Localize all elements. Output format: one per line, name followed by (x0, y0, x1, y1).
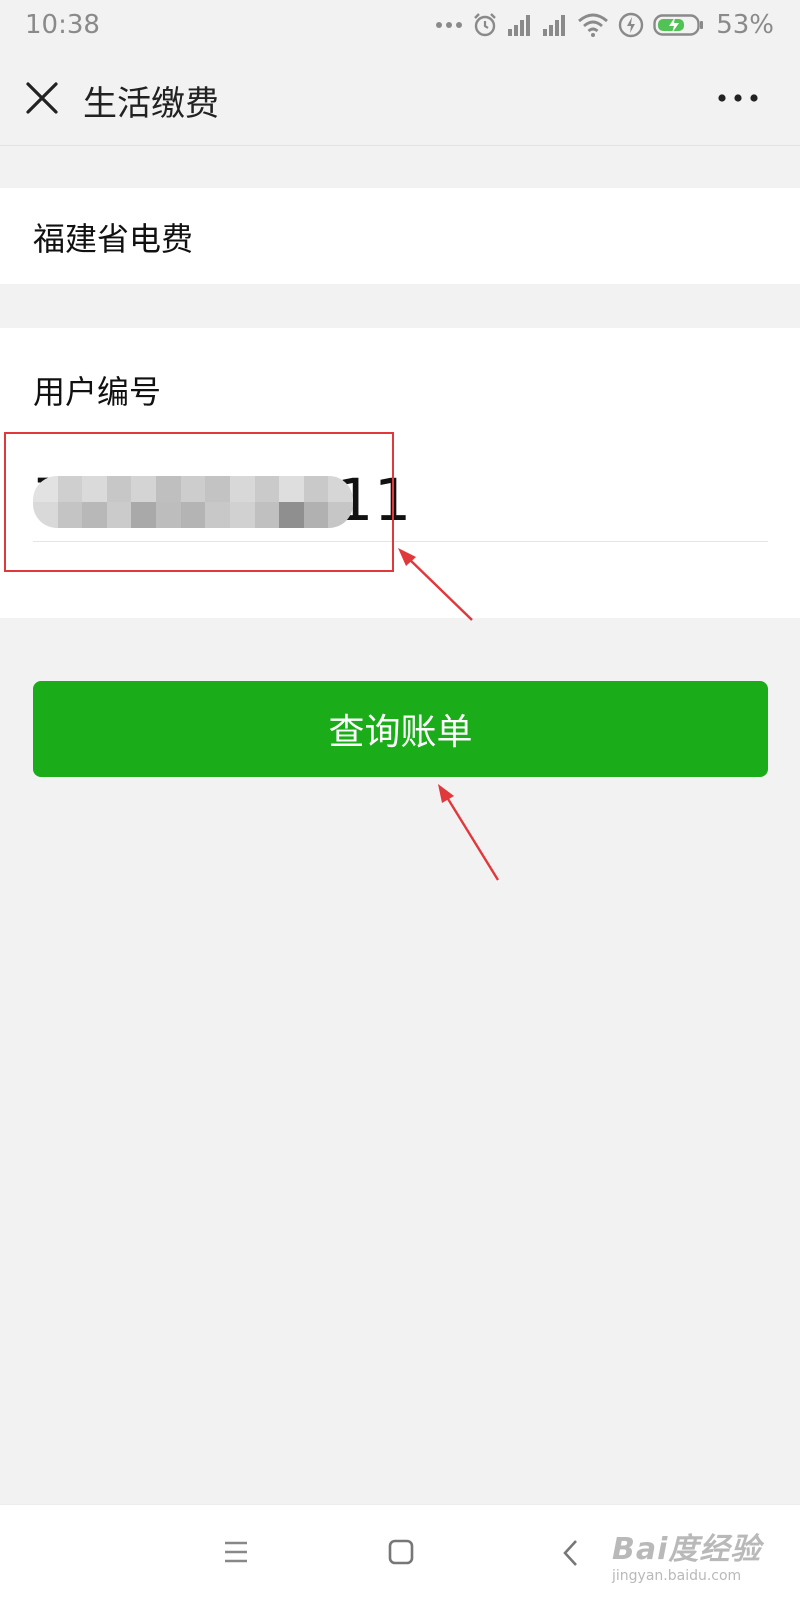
watermark-logo: Bai度经验 (612, 1532, 762, 1567)
page-title: 生活缴费 (83, 84, 219, 124)
close-icon[interactable] (24, 80, 60, 116)
signal-icon (543, 15, 566, 36)
more-icon[interactable] (716, 88, 760, 108)
signal-icon (508, 15, 531, 36)
status-icons: 53% (435, 10, 774, 40)
watermark: Bai度经验 jingyan.baidu.com (612, 1524, 762, 1590)
battery-icon (653, 14, 704, 36)
wifi-icon (578, 13, 609, 37)
account-number-label: 用户编号 (33, 373, 162, 411)
nav-bar: 生活缴费 (0, 50, 800, 146)
query-bill-button[interactable]: 查询账单 (33, 681, 768, 777)
watermark-url: jingyan.baidu.com (612, 1568, 742, 1584)
provider-name: 福建省电费 (33, 220, 194, 258)
charging-icon (619, 12, 644, 38)
more-dots-icon (436, 22, 463, 28)
status-bar: 10:38 53% (0, 0, 800, 50)
battery-percent: 53% (716, 10, 774, 40)
home-icon[interactable] (388, 1539, 414, 1565)
annotation-arrow-icon (398, 548, 473, 621)
status-time: 10:38 (25, 10, 100, 40)
alarm-icon (474, 13, 497, 37)
menu-icon[interactable] (223, 1540, 249, 1564)
annotation-highlight-box (4, 432, 394, 572)
back-icon[interactable] (561, 1539, 579, 1567)
provider-card[interactable]: 福建省电费 (0, 188, 800, 284)
annotation-arrow-icon (438, 784, 500, 881)
